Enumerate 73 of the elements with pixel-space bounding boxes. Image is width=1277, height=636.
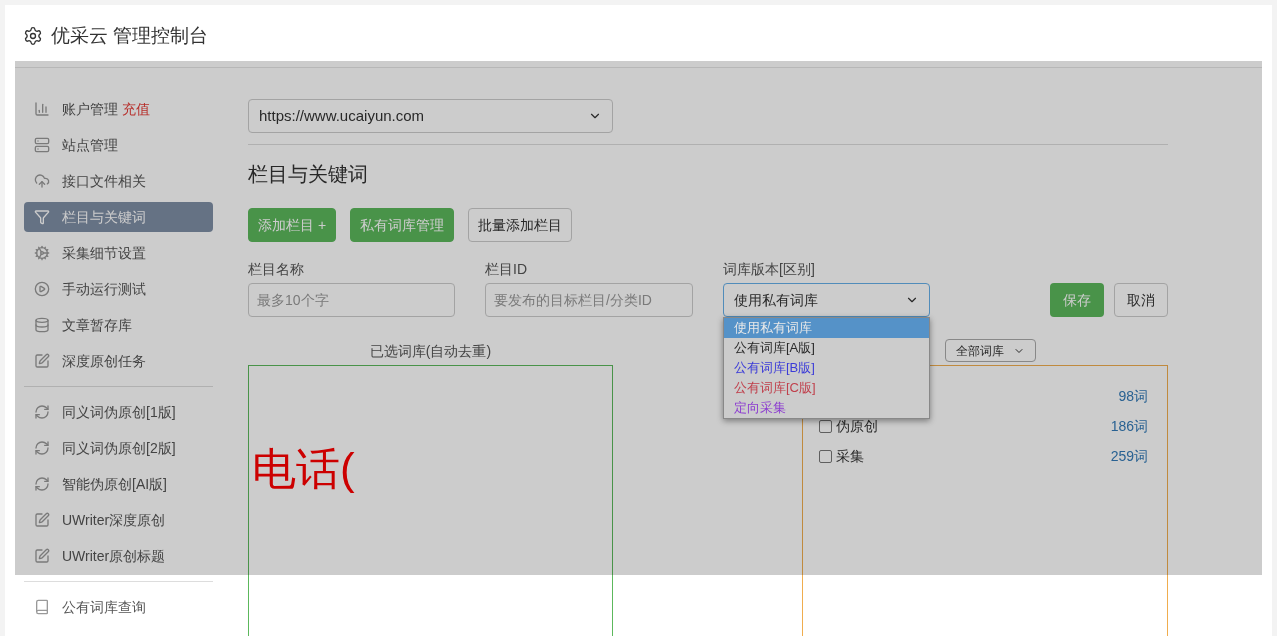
selected-library-box[interactable]: 电话( xyxy=(248,365,613,636)
sidebar-item[interactable]: 文章暂存库 xyxy=(24,310,213,340)
sidebar-item[interactable]: 采集细节设置 xyxy=(24,238,213,268)
play-icon xyxy=(34,281,50,297)
bar-chart-icon xyxy=(34,101,50,117)
library-filter-select[interactable]: 全部词库 xyxy=(944,339,1036,362)
sidebar-item[interactable]: 手动运行测试 xyxy=(24,274,213,304)
dropdown-option[interactable]: 定向采集 xyxy=(724,398,929,418)
id-input[interactable]: 要发布的目标栏目/分类ID xyxy=(485,283,693,317)
option-label: 公有词库[C版] xyxy=(734,380,816,395)
sidebar-item[interactable]: 同义词伪原创[1版] xyxy=(24,397,213,427)
sidebar-item[interactable]: 同义词伪原创[2版] xyxy=(24,433,213,463)
sidebar-item[interactable]: UWriter原创标题 xyxy=(24,541,213,571)
field-label: 栏目名称 xyxy=(248,260,305,279)
sidebar-label: 文章暂存库 xyxy=(62,315,132,335)
section-heading: 栏目与关键词 xyxy=(248,162,369,187)
sidebar-item[interactable]: 接口文件相关 xyxy=(24,166,213,196)
refresh-icon xyxy=(34,404,50,420)
panel-title: 已选词库(自动去重) xyxy=(368,342,493,361)
library-label: 采集 xyxy=(836,446,864,466)
sidebar-label: 手动运行测试 xyxy=(62,279,146,299)
refresh-icon xyxy=(34,476,50,492)
sidebar-label: 账户管理 xyxy=(62,99,118,119)
option-label: 使用私有词库 xyxy=(734,320,812,335)
sidebar-item[interactable]: 智能伪原创[AI版] xyxy=(24,469,213,499)
action-button[interactable]: 批量添加栏目 xyxy=(468,208,573,242)
server-icon xyxy=(34,137,50,153)
name-input[interactable]: 最多10个字 xyxy=(248,283,455,317)
edit-icon xyxy=(34,353,50,369)
field-label: 词库版本[区别] xyxy=(723,260,816,279)
site-select[interactable]: https://www.ucaiyun.com xyxy=(248,99,613,133)
word-count: 259词 xyxy=(1110,446,1148,466)
filter-icon xyxy=(34,209,50,225)
edit-icon xyxy=(34,512,50,528)
sidebar-item[interactable]: 公有词库查询 xyxy=(24,592,213,622)
option-label: 公有词库[A版] xyxy=(734,340,815,355)
sidebar-label: 公有词库查询 xyxy=(62,597,146,617)
sidebar-label: 站点管理 xyxy=(62,135,118,155)
sidebar-label: 同义词伪原创[2版] xyxy=(62,438,176,458)
cancel-button[interactable]: 取消 xyxy=(1114,283,1168,317)
sidebar-label: 智能伪原创[AI版] xyxy=(62,474,167,494)
sidebar-label: 栏目与关键词 xyxy=(62,207,146,227)
cloud-upload-icon xyxy=(34,173,50,189)
sidebar-label: 同义词伪原创[1版] xyxy=(62,402,176,422)
sidebar-item[interactable]: 账户管理 充值 xyxy=(24,94,213,124)
word-count: 98词 xyxy=(1118,386,1148,406)
library-checkbox[interactable] xyxy=(819,419,832,433)
refresh-icon xyxy=(34,440,50,456)
window-title: 优采云 管理控制台 xyxy=(51,23,209,48)
sidebar-label: 采集细节设置 xyxy=(62,243,146,263)
database-icon xyxy=(34,317,50,333)
sidebar-label: 深度原创任务 xyxy=(62,351,146,371)
library-checkbox[interactable] xyxy=(819,449,832,463)
word-count: 186词 xyxy=(1110,416,1148,436)
selected-text: 电话( xyxy=(252,444,355,493)
field-label: 栏目ID xyxy=(485,260,528,279)
sidebar-item[interactable]: UWriter深度原创 xyxy=(24,505,213,535)
dropdown-option[interactable]: 公有词库[A版] xyxy=(724,338,929,358)
book-icon xyxy=(34,599,50,615)
edit-icon xyxy=(34,548,50,564)
version-select[interactable]: 使用私有词库 xyxy=(723,283,930,317)
dropdown-option[interactable]: 公有词库[B版] xyxy=(724,358,929,378)
sidebar-label: UWriter深度原创 xyxy=(62,510,166,530)
sidebar-label: UWriter原创标题 xyxy=(62,546,166,566)
option-label: 定向采集 xyxy=(734,400,786,415)
sidebar-item[interactable]: 站点管理 xyxy=(24,130,213,160)
dropdown-option[interactable]: 公有词库[C版] xyxy=(724,378,929,398)
settings-icon xyxy=(23,26,43,46)
option-label: 公有词库[B版] xyxy=(734,360,815,375)
sidebar-item[interactable]: 深度原创任务 xyxy=(24,346,213,376)
library-label: 伪原创 xyxy=(836,416,878,436)
recharge-link[interactable]: 充值 xyxy=(122,98,150,120)
sidebar-label: 接口文件相关 xyxy=(62,171,146,191)
